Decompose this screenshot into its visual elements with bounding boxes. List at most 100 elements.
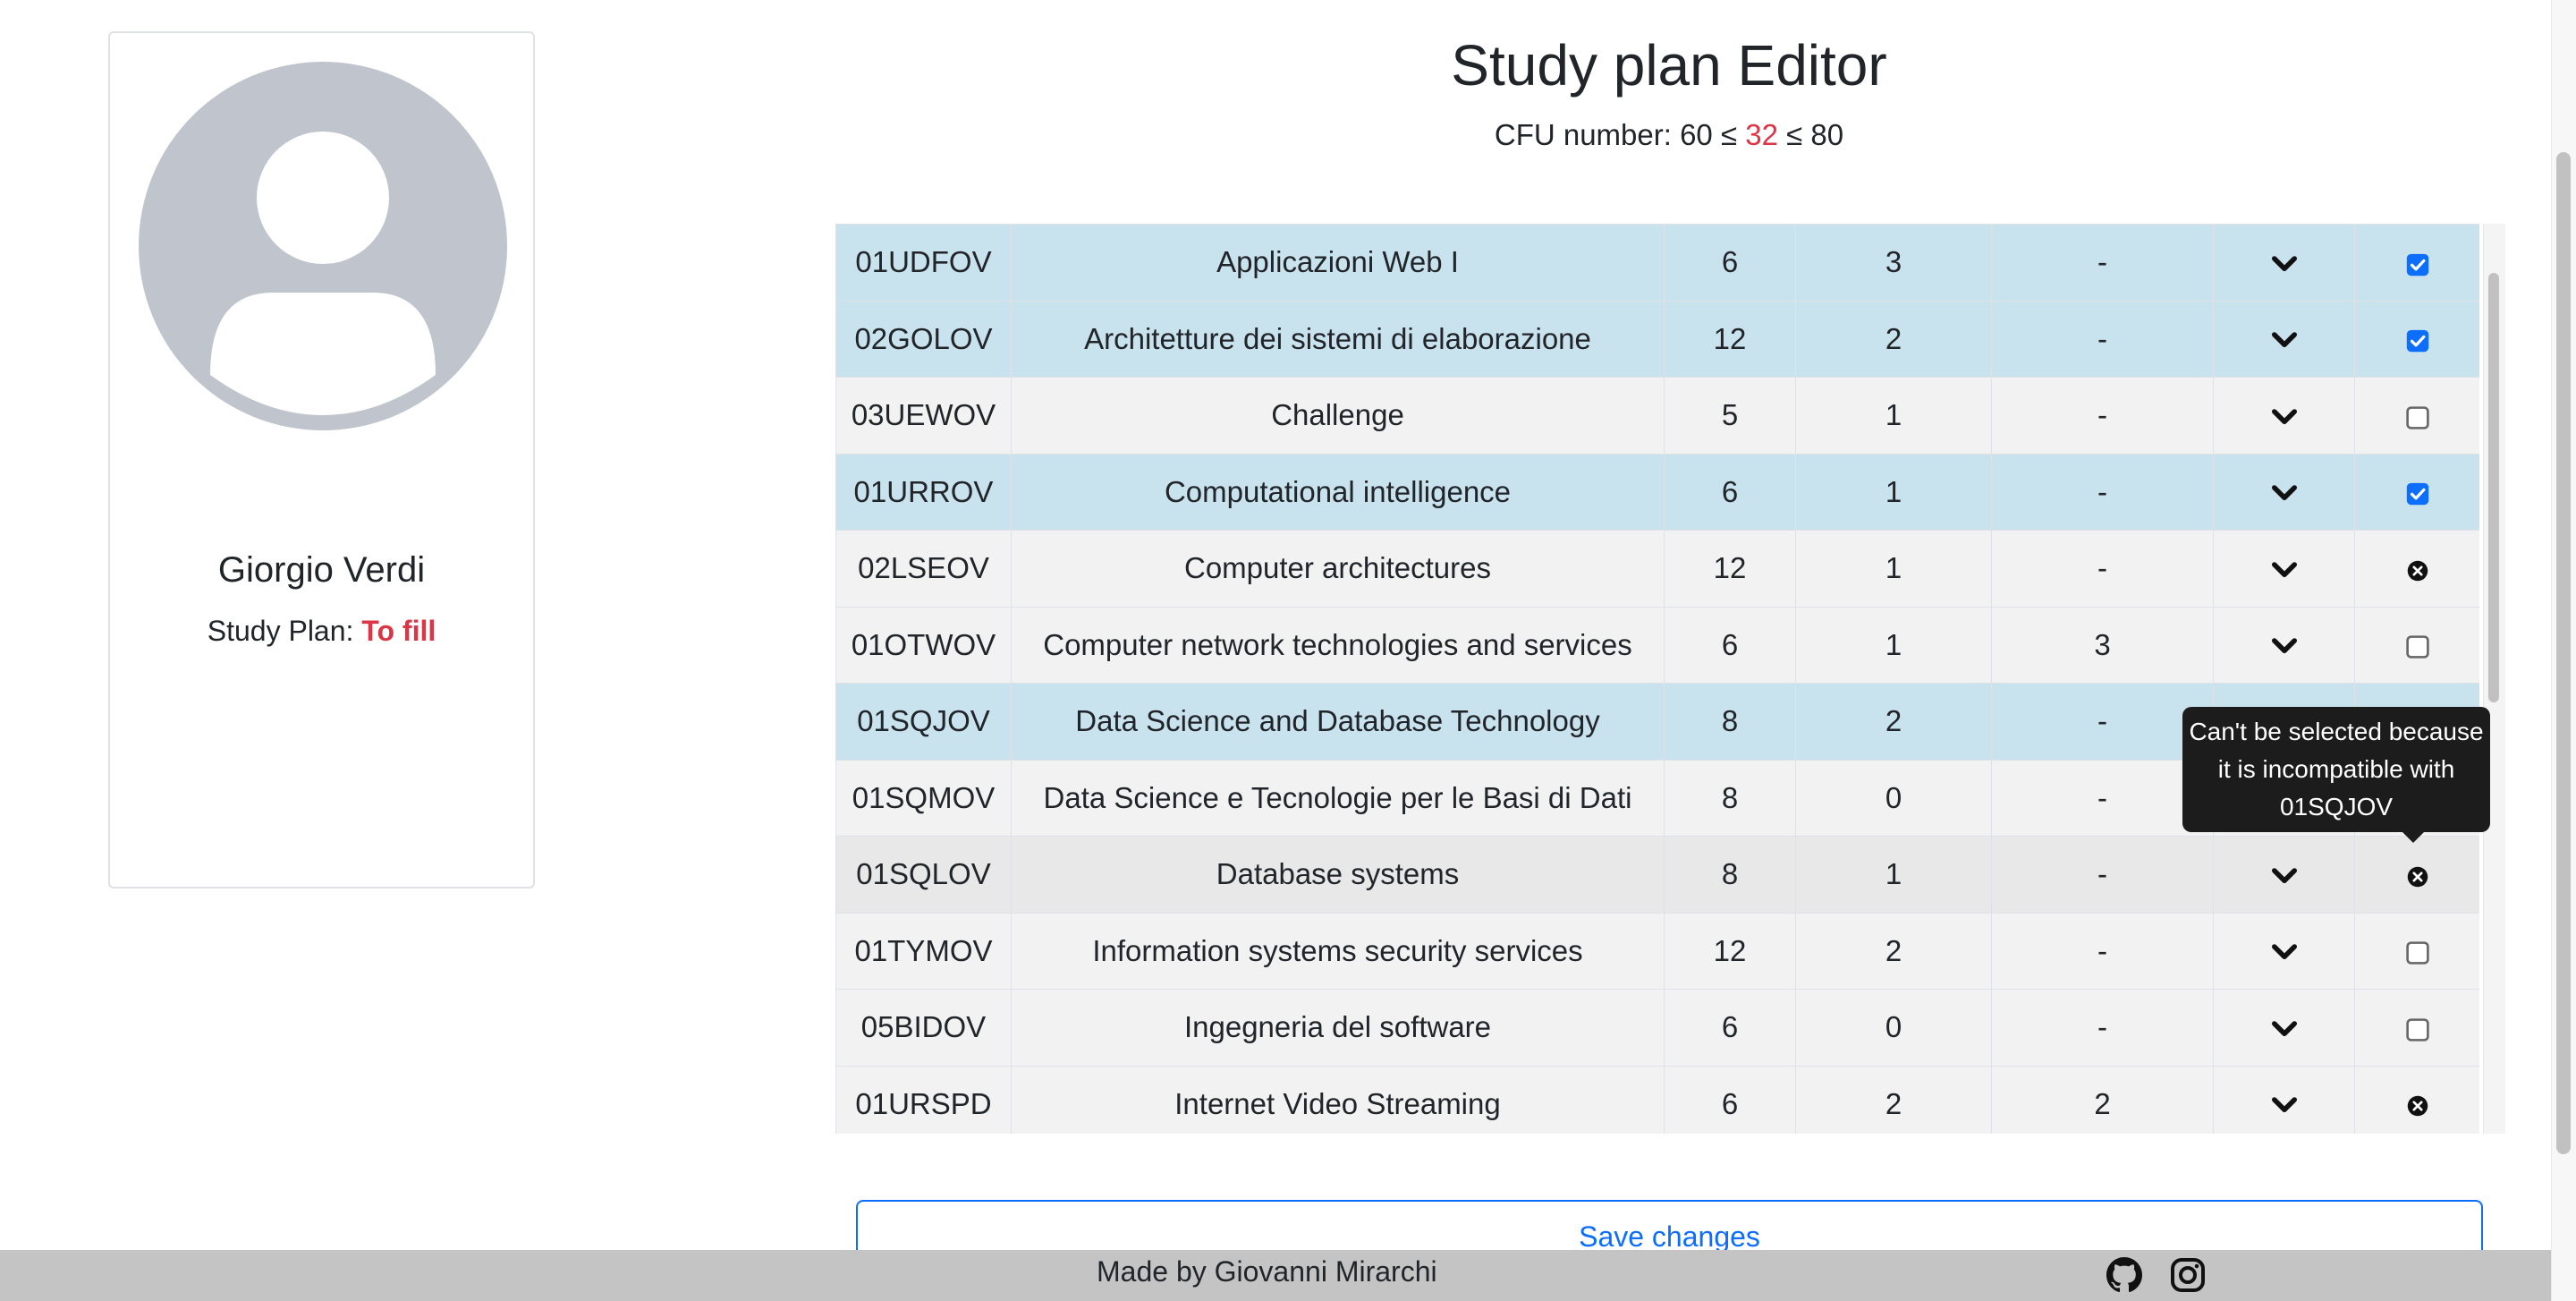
- course-code: 02LSEOV: [835, 530, 1012, 608]
- course-code: 01SQLOV: [835, 836, 1012, 914]
- course-name: Challenge: [1011, 377, 1665, 455]
- tooltip-arrow: [2402, 832, 2424, 843]
- course-enrolled: 1: [1795, 530, 1992, 608]
- course-row: 01OTWOV Computer network technologies and…: [835, 606, 2479, 684]
- course-checkbox[interactable]: [2405, 934, 2429, 967]
- course-max-students: -: [1991, 683, 2214, 761]
- course-checkbox-checked[interactable]: [2406, 475, 2429, 508]
- course-max-students: 2: [1991, 1065, 2214, 1134]
- courses-table: 01UDFOV Applicazioni Web I 6 3-02GOLOV Archi…: [835, 224, 2479, 1134]
- course-row: 05BIDOV Ingegneria del software 6 0-: [835, 989, 2479, 1067]
- course-row: 01UDFOV Applicazioni Web I63-: [835, 224, 2479, 302]
- course-enrolled: 3: [1795, 224, 1992, 302]
- blocked-icon: [2407, 551, 2428, 584]
- chevron-down-icon[interactable]: [2267, 932, 2302, 965]
- expand-cell: [2213, 453, 2355, 531]
- window-scrollbar-thumb[interactable]: [2556, 152, 2571, 1154]
- course-max-students: -: [1991, 912, 2214, 990]
- course-credits: 8: [1664, 836, 1796, 914]
- cfu-current: 32: [1745, 118, 1778, 151]
- course-code: 01URSPD: [835, 1065, 1012, 1134]
- course-code: 01OTWOV: [835, 606, 1012, 684]
- github-icon[interactable]: [2106, 1257, 2142, 1293]
- course-code: 03UEWOV: [835, 377, 1012, 455]
- tooltip-line: 01SQJOV: [2279, 793, 2394, 821]
- chevron-down-icon[interactable]: [2267, 397, 2302, 430]
- course-name: Computational intelligence: [1011, 453, 1665, 531]
- course-max-students: -: [1991, 759, 2214, 837]
- course-checkbox[interactable]: [2405, 398, 2429, 431]
- expand-cell: [2213, 300, 2355, 378]
- course-credits: 6: [1664, 1065, 1796, 1134]
- course-code: 01URROV: [835, 453, 1012, 531]
- select-cell: [2354, 530, 2479, 608]
- avatar: [139, 62, 507, 430]
- course-name: Data Science e Tecnologie per le Basi di…: [1011, 759, 1665, 837]
- profile-card: Giorgio Verdi Study Plan: To fill: [108, 31, 535, 889]
- select-cell: [2354, 606, 2479, 684]
- tooltip-line: Can't be selected because: [2189, 718, 2484, 745]
- blocked-icon: [2407, 1087, 2428, 1120]
- tooltip-line: it is incompatible with: [2217, 755, 2455, 783]
- chevron-down-icon[interactable]: [2267, 1009, 2302, 1042]
- table-scrollbar-thumb[interactable]: [2488, 273, 2499, 702]
- chevron-down-icon[interactable]: [2267, 1085, 2302, 1118]
- expand-cell: [2213, 1065, 2355, 1134]
- course-row: 03UEWOV Challenge 5 1-: [835, 377, 2479, 455]
- select-cell: [2354, 1065, 2479, 1134]
- course-enrolled: 1: [1795, 836, 1992, 914]
- courses-table-container[interactable]: 01UDFOV Applicazioni Web I 6 3-02GOLOV Archi…: [835, 224, 2479, 1134]
- course-credits: 8: [1664, 683, 1796, 761]
- instagram-icon[interactable]: [2170, 1257, 2206, 1293]
- course-credits: 8: [1664, 759, 1796, 837]
- select-cell: [2354, 836, 2479, 914]
- course-credits: 12: [1664, 912, 1796, 990]
- expand-cell: [2213, 377, 2355, 455]
- chevron-down-icon[interactable]: [2267, 856, 2302, 889]
- course-max-students: -: [1991, 836, 2214, 914]
- course-enrolled: 1: [1795, 606, 1992, 684]
- profile-name: Giorgio Verdi: [217, 550, 426, 590]
- course-credits: 5: [1664, 377, 1796, 455]
- chevron-down-icon[interactable]: [2267, 550, 2302, 583]
- footer-credit: Made by Giovanni Mirarchi: [1097, 1255, 1437, 1288]
- chevron-down-icon[interactable]: [2267, 244, 2302, 277]
- course-credits: 6: [1664, 453, 1796, 531]
- chevron-down-icon[interactable]: [2267, 473, 2302, 506]
- chevron-down-icon[interactable]: [2267, 320, 2302, 353]
- expand-cell: [2213, 224, 2355, 302]
- course-checkbox[interactable]: [2405, 1010, 2429, 1043]
- course-name: Database systems: [1011, 836, 1665, 914]
- cfu-prefix: CFU number: 60 ≤: [1494, 118, 1738, 151]
- course-name: Data Science and Database Technology: [1011, 683, 1665, 761]
- incompatibility-tooltip: Can't be selected because it is incompat…: [2182, 707, 2490, 832]
- chevron-down-icon[interactable]: [2267, 626, 2302, 659]
- course-enrolled: 1: [1795, 377, 1992, 455]
- page-title: Study plan Editor: [1451, 33, 1887, 98]
- course-row: 01TYMOV Information systems security serv…: [835, 912, 2479, 990]
- course-name: Ingegneria del software: [1011, 989, 1665, 1067]
- course-code: 05BIDOV: [835, 989, 1012, 1067]
- course-checkbox[interactable]: [2405, 628, 2429, 661]
- select-cell: [2354, 377, 2479, 455]
- course-max-students: -: [1991, 377, 2214, 455]
- course-row: 01URROV Computational intelligence 6 1-: [835, 453, 2479, 531]
- course-max-students: -: [1991, 453, 2214, 531]
- course-enrolled: 2: [1795, 912, 1992, 990]
- course-enrolled: 2: [1795, 1065, 1992, 1134]
- cfu-suffix: ≤ 80: [1786, 118, 1844, 151]
- course-checkbox-checked[interactable]: [2406, 245, 2429, 278]
- select-cell: [2354, 453, 2479, 531]
- course-checkbox-checked[interactable]: [2406, 322, 2429, 355]
- study-plan-label: Study Plan:: [207, 615, 354, 647]
- study-plan-status: Study Plan: To fill: [110, 615, 533, 648]
- course-max-students: -: [1991, 989, 2214, 1067]
- expand-cell: [2213, 530, 2355, 608]
- course-enrolled: 1: [1795, 453, 1992, 531]
- cfu-counter: CFU number: 60 ≤ 32 ≤ 80: [1127, 118, 2211, 152]
- course-credits: 6: [1664, 224, 1796, 302]
- expand-cell: [2213, 836, 2355, 914]
- course-credits: 6: [1664, 606, 1796, 684]
- course-name: Computer architectures: [1011, 530, 1665, 608]
- course-enrolled: 2: [1795, 683, 1992, 761]
